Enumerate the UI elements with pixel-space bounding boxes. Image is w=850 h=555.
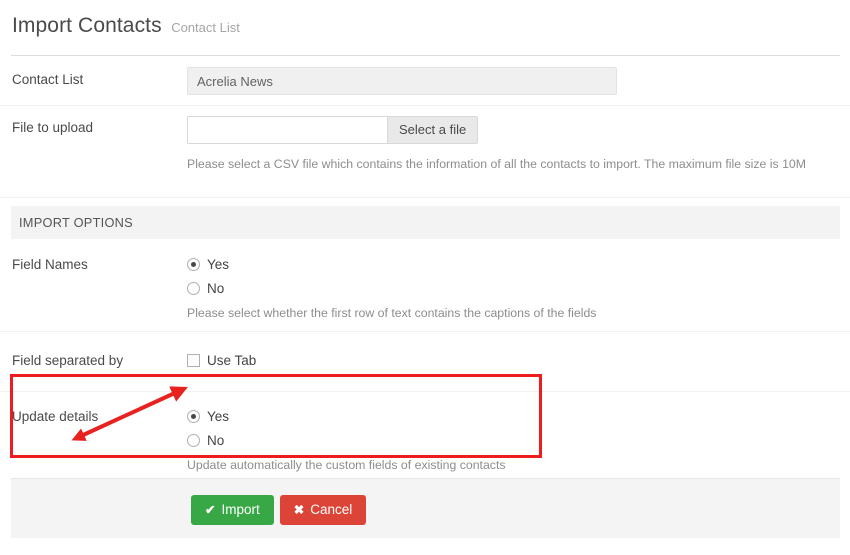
form-row-update-details: Update details Yes No Update automatical… <box>0 392 850 480</box>
field-names-option-yes[interactable]: Yes <box>187 253 838 275</box>
file-upload-control: Select a file Please select a CSV file w… <box>187 106 838 173</box>
radio-icon-update-details-no[interactable] <box>187 433 200 447</box>
field-names-help-text: Please select whether the first row of t… <box>187 306 597 320</box>
form-row-field-separated-by: Field separated by Use Tab <box>0 332 850 392</box>
radio-icon-field-names-no[interactable] <box>187 281 200 295</box>
update-details-option-no-label: No <box>207 432 225 448</box>
radio-icon-field-names-yes[interactable] <box>187 257 200 271</box>
cancel-button-label: Cancel <box>310 502 353 518</box>
field-separated-by-label: Field separated by <box>12 353 124 369</box>
contact-list-label: Contact List <box>12 72 84 88</box>
page-subtitle: Contact List <box>171 20 240 35</box>
checkbox-icon-use-tab[interactable] <box>187 354 200 367</box>
use-tab-option[interactable]: Use Tab <box>187 350 838 372</box>
update-details-option-no[interactable]: No <box>187 429 838 451</box>
file-upload-label: File to upload <box>12 120 94 135</box>
contact-list-control: Acrelia News <box>187 66 838 95</box>
close-icon: ✖ <box>293 502 305 517</box>
update-details-help-text: Update automatically the custom fields o… <box>187 458 506 472</box>
select-a-file-button[interactable]: Select a file <box>387 116 479 144</box>
file-upload-help-text: Please select a CSV file which contains … <box>187 157 806 171</box>
field-names-label: Field Names <box>12 257 88 272</box>
update-details-label: Update details <box>12 409 99 424</box>
file-input-group: Select a file <box>187 116 838 144</box>
form-row-file-upload: File to upload Select a file Please sele… <box>0 106 850 198</box>
import-contacts-page: Import Contacts Contact List Contact Lis… <box>0 0 850 555</box>
update-details-option-yes-label: Yes <box>207 408 230 424</box>
update-details-control: Yes No Update automatically the custom f… <box>187 400 838 472</box>
use-tab-label: Use Tab <box>207 353 257 368</box>
field-names-control: Yes No Please select whether the first r… <box>187 248 838 320</box>
cancel-button[interactable]: ✖ Cancel <box>279 495 367 525</box>
radio-icon-update-details-yes[interactable] <box>187 409 200 423</box>
field-names-option-no[interactable]: No <box>187 277 838 299</box>
update-details-option-yes[interactable]: Yes <box>187 405 838 427</box>
form-row-contact-list: Contact List Acrelia News <box>0 56 850 106</box>
field-separated-by-control: Use Tab <box>187 350 838 374</box>
page-header: Import Contacts Contact List <box>0 0 850 46</box>
check-icon: ✔ <box>205 502 216 517</box>
page-title: Import Contacts <box>12 14 162 37</box>
field-names-option-no-label: No <box>207 280 225 296</box>
form-row-field-names: Field Names Yes No Please select whether… <box>0 239 850 332</box>
import-button[interactable]: ✔ Import <box>191 495 274 525</box>
footer-button-group: ✔ Import ✖ Cancel <box>11 479 840 525</box>
field-names-option-yes-label: Yes <box>207 256 230 272</box>
file-path-input[interactable] <box>187 116 387 144</box>
import-options-section-header: IMPORT OPTIONS <box>11 206 840 239</box>
import-button-label: Import <box>221 502 260 518</box>
contact-list-value: Acrelia News <box>187 66 617 95</box>
form-footer: ✔ Import ✖ Cancel <box>11 478 840 538</box>
